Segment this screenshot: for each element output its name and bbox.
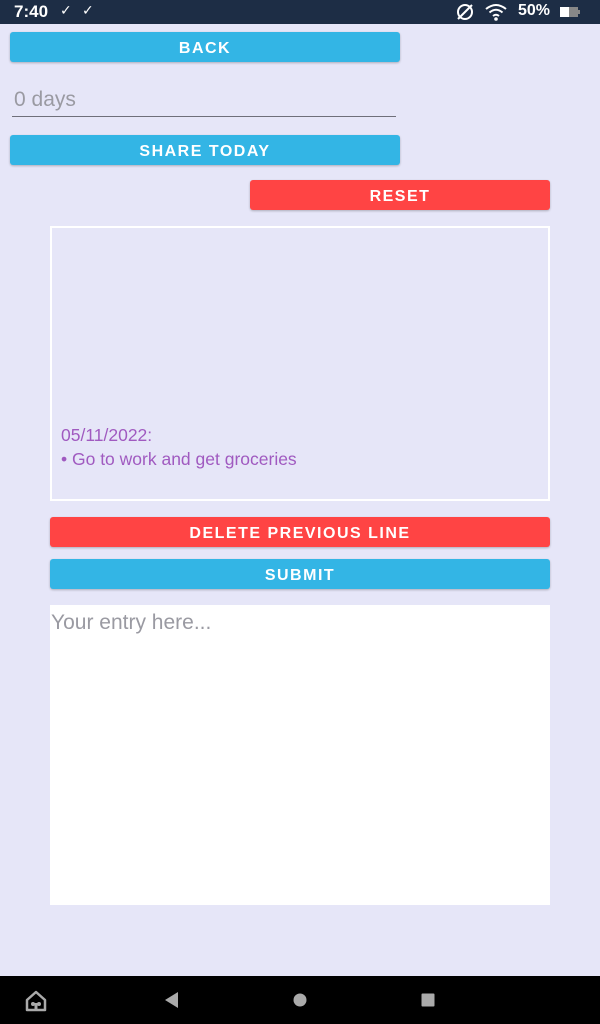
- wifi-icon: [485, 4, 507, 21]
- log-text: 05/11/2022: • Go to work and get groceri…: [61, 423, 297, 471]
- status-bar: 7:40 ✓ ✓ 50%: [0, 0, 600, 24]
- no-sim-icon: [457, 4, 473, 20]
- days-field[interactable]: [12, 84, 396, 117]
- back-button[interactable]: BACK: [10, 32, 400, 62]
- back-triangle-icon[interactable]: [162, 990, 180, 1010]
- entry-input[interactable]: [50, 605, 550, 905]
- submit-button[interactable]: SUBMIT: [50, 559, 550, 589]
- home-circle-icon[interactable]: [293, 993, 307, 1007]
- share-today-button[interactable]: SHARE TODAY: [10, 135, 400, 165]
- status-time: 7:40: [14, 2, 49, 21]
- journal-log: 05/11/2022: • Go to work and get groceri…: [50, 226, 550, 501]
- battery-icon: [560, 7, 580, 17]
- navigation-bar: [0, 976, 600, 1024]
- battery-percent: 50%: [518, 2, 551, 19]
- delete-previous-line-button[interactable]: DELETE PREVIOUS LINE: [50, 517, 550, 547]
- reset-button[interactable]: RESET: [250, 180, 550, 210]
- recents-square-icon[interactable]: [421, 993, 435, 1007]
- log-date: 05/11/2022:: [61, 425, 153, 445]
- check-icon: ✓: [82, 2, 94, 18]
- home-icon[interactable]: [25, 990, 47, 1012]
- log-entry: • Go to work and get groceries: [61, 449, 297, 469]
- check-icon: ✓: [60, 2, 72, 18]
